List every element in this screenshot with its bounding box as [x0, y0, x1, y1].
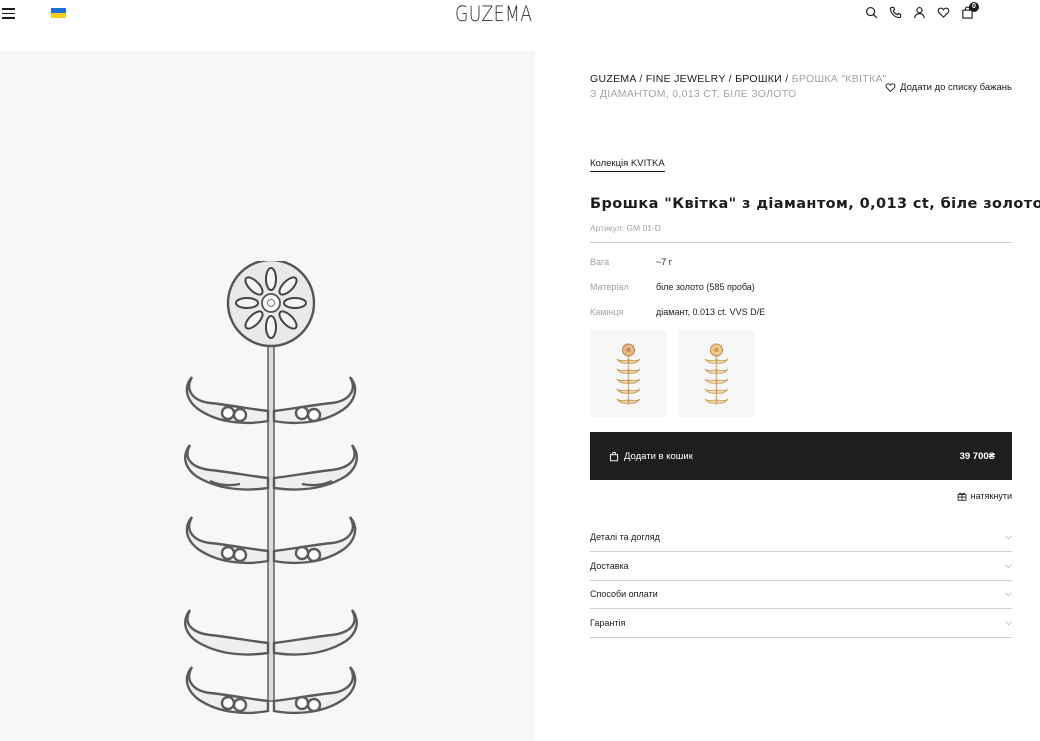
variant-thumbnail-rose-gold[interactable] [590, 330, 667, 417]
site-header: GUZEMA 0 [0, 0, 1040, 30]
spec-value: біле золото (585 проба) [656, 282, 755, 292]
cart-count-badge: 0 [969, 2, 979, 12]
accordion-payment[interactable]: Способи оплати [590, 580, 1012, 609]
accordion-warranty[interactable]: Гарантія [590, 609, 1012, 638]
spec-row-weight: Вага ~7 г [590, 257, 672, 267]
add-to-cart-button[interactable]: Додати в кошик 39 700₴ [590, 432, 1012, 480]
breadcrumb-home[interactable]: GUZEMA [590, 73, 636, 85]
ukraine-flag-icon[interactable] [51, 8, 66, 18]
hint-gift-button[interactable]: натякнути [957, 491, 1012, 501]
chevron-down-icon [1005, 620, 1012, 625]
brooch-image [184, 261, 358, 715]
heart-icon [885, 83, 896, 93]
chevron-down-icon [1005, 563, 1012, 568]
add-to-wishlist-button[interactable]: Додати до списку бажань [885, 82, 1012, 93]
product-image-panel[interactable] [0, 51, 535, 741]
divider [590, 242, 1012, 243]
accordion-details-care[interactable]: Деталі та догляд [590, 523, 1012, 552]
variant-thumbnails [590, 330, 755, 417]
gift-icon [957, 492, 967, 501]
product-sku: Артикул: GM 01-D [590, 223, 661, 233]
spec-key: Камінця [590, 307, 624, 317]
search-icon[interactable] [865, 6, 878, 19]
shopping-bag-icon [609, 451, 619, 461]
product-price: 39 700₴ [959, 450, 995, 462]
heart-icon[interactable] [937, 6, 950, 19]
site-logo[interactable]: GUZEMA [455, 2, 532, 26]
phone-icon[interactable] [889, 6, 902, 19]
chevron-down-icon [1005, 534, 1012, 539]
menu-icon[interactable] [2, 8, 16, 19]
breadcrumb-fine-jewelry[interactable]: FINE JEWELRY [646, 73, 726, 85]
wishlist-label: Додати до списку бажань [900, 82, 1012, 93]
user-icon[interactable] [913, 6, 926, 19]
product-title: Брошка "Квітка" з діамантом, 0,013 ct, б… [590, 196, 1040, 212]
collection-link[interactable]: Колекція KVITKA [590, 158, 665, 172]
accordion-label: Деталі та догляд [590, 532, 660, 542]
breadcrumb: GUZEMA / FINE JEWELRY / БРОШКИ / БРОШКА … [590, 72, 890, 102]
product-info: GUZEMA / FINE JEWELRY / БРОШКИ / БРОШКА … [590, 72, 1040, 638]
spec-value: ~7 г [656, 257, 673, 267]
spec-row-material: Матеріал біле золото (585 проба) [590, 282, 755, 292]
add-to-cart-label: Додати в кошик [624, 450, 693, 462]
spec-key: Вага [590, 257, 610, 267]
breadcrumb-brooches[interactable]: БРОШКИ [735, 73, 782, 85]
spec-row-stones: Камінця діамант, 0.013 ct. VVS D/E [590, 307, 765, 317]
accordion-label: Доставка [590, 561, 629, 571]
variant-thumbnail-yellow-gold[interactable] [678, 330, 755, 417]
add-to-cart-label-group: Додати в кошик [609, 451, 693, 462]
chevron-down-icon [1005, 591, 1012, 596]
header-actions: 0 [865, 2, 979, 19]
accordion-label: Гарантія [590, 618, 626, 628]
accordion-delivery[interactable]: Доставка [590, 552, 1012, 581]
hint-gift-label: натякнути [970, 491, 1012, 501]
spec-key: Матеріал [590, 282, 629, 292]
cart-icon[interactable]: 0 [961, 2, 979, 19]
spec-value: діамант, 0.013 ct. VVS D/E [656, 307, 766, 317]
accordion-label: Способи оплати [590, 589, 658, 599]
